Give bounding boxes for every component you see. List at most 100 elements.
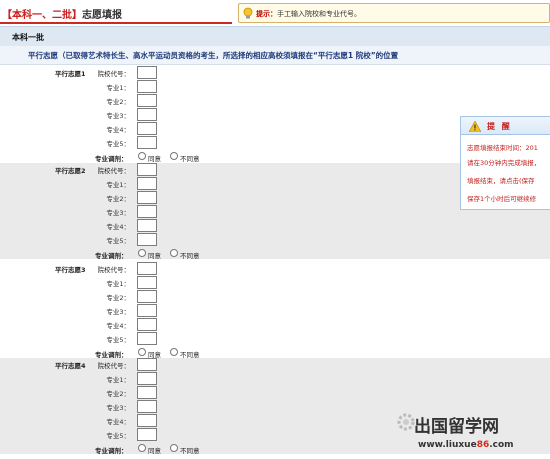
agree-radio[interactable]: [138, 152, 146, 160]
page-title-text: 志愿填报: [82, 10, 122, 21]
major-input[interactable]: [137, 136, 157, 149]
major-input[interactable]: [137, 386, 157, 399]
lightbulb-icon: [243, 7, 253, 19]
major-input[interactable]: [137, 318, 157, 331]
major-input[interactable]: [137, 233, 157, 246]
form-row: 专业4：: [0, 318, 550, 332]
major-label: 专业4：: [106, 223, 130, 231]
school-code-input[interactable]: [137, 262, 157, 275]
batch-header: 本科一批: [0, 26, 550, 46]
major-label: 专业2：: [106, 195, 130, 203]
major-input[interactable]: [137, 290, 157, 303]
major-input[interactable]: [137, 372, 157, 385]
disagree-radio[interactable]: [170, 152, 178, 160]
reminder-line: 请在30分钟内完成填报，: [467, 159, 541, 167]
form-row: 专业4：: [0, 219, 550, 233]
form-row: 专业1：: [0, 276, 550, 290]
agree-label: 同意: [148, 252, 161, 260]
major-input[interactable]: [137, 304, 157, 317]
form-row: 专业3：: [0, 304, 550, 318]
tip-banner: 提示：手工输入院校和专业代号。: [238, 3, 550, 23]
form-row: 专业2：: [0, 94, 550, 108]
major-input[interactable]: [137, 205, 157, 218]
major-label: 专业3：: [106, 112, 130, 120]
major-input[interactable]: [137, 122, 157, 135]
major-label: 专业5：: [106, 336, 130, 344]
major-label: 专业5：: [106, 432, 130, 440]
disagree-radio[interactable]: [170, 249, 178, 257]
agree-radio[interactable]: [138, 444, 146, 452]
disagree-radio[interactable]: [170, 444, 178, 452]
major-input[interactable]: [137, 80, 157, 93]
adjust-label: 专业调剂：: [95, 447, 128, 455]
major-label: 专业3：: [106, 308, 130, 316]
major-label: 专业1：: [106, 181, 130, 189]
major-label: 专业4：: [106, 322, 130, 330]
major-label: 专业5：: [106, 140, 130, 148]
adjust-row: 专业调剂： 同意 不同意: [0, 248, 550, 260]
disagree-radio[interactable]: [170, 348, 178, 356]
form-row: 专业2：: [0, 386, 550, 400]
major-label: 专业3：: [106, 209, 130, 217]
form-row: 专业1：: [0, 372, 550, 386]
major-label: 专业1：: [106, 84, 130, 92]
major-label: 专业2：: [106, 294, 130, 302]
warning-icon: [469, 121, 481, 132]
form-row: 专业5：: [0, 233, 550, 247]
major-input[interactable]: [137, 428, 157, 441]
major-input[interactable]: [137, 177, 157, 190]
major-label: 专业4：: [106, 418, 130, 426]
major-label: 专业4：: [106, 126, 130, 134]
form-row: 平行志愿4 院校代号：: [0, 358, 550, 372]
disagree-label: 不同意: [180, 252, 200, 260]
volunteer-block: 平行志愿3 院校代号： 专业1： 专业2： 专业3： 专业4： 专业5： 专业调剂： 同意 不同意: [0, 262, 550, 359]
school-code-label: 院校代号：: [97, 266, 131, 274]
adjust-label: 专业调剂：: [95, 252, 128, 260]
agree-radio[interactable]: [138, 348, 146, 356]
disagree-label: 不同意: [180, 155, 200, 163]
major-label: 专业1：: [106, 376, 130, 384]
major-input[interactable]: [137, 276, 157, 289]
major-label: 专业3：: [106, 404, 130, 412]
agree-label: 同意: [148, 155, 161, 163]
reminder-title: 提 醒: [487, 122, 512, 131]
major-label: 专业2：: [106, 98, 130, 106]
major-input[interactable]: [137, 400, 157, 413]
school-code-input[interactable]: [137, 358, 157, 371]
agree-label: 同意: [148, 447, 161, 455]
major-input[interactable]: [137, 332, 157, 345]
school-code-input[interactable]: [137, 163, 157, 176]
major-input[interactable]: [137, 108, 157, 121]
major-input[interactable]: [137, 219, 157, 232]
watermark-url: www.liuxue86.com: [418, 440, 514, 450]
major-label: 专业5：: [106, 237, 130, 245]
page-title-bracket: 【本科一、二批】: [2, 10, 82, 21]
reminder-line: 保存1个小时后可继续修: [467, 195, 537, 203]
watermark-text: 出国留学网: [414, 417, 499, 437]
header-bar: 【本科一、二批】志愿填报 提示：手工输入院校和专业代号。: [0, 0, 550, 26]
form-row: 专业2：: [0, 290, 550, 304]
major-label: 专业1：: [106, 280, 130, 288]
school-code-input[interactable]: [137, 66, 157, 79]
batch-label: 本科一批: [12, 33, 44, 42]
form-row: 平行志愿1 院校代号：: [0, 66, 550, 80]
major-input[interactable]: [137, 94, 157, 107]
adjust-label: 专业调剂：: [95, 155, 128, 163]
reminder-line: 志愿填报结束时间：201: [467, 144, 538, 152]
disagree-label: 不同意: [180, 447, 200, 455]
reminder-line: 填报结束，请点击(保存: [467, 177, 535, 185]
reminder-header: 提 醒: [461, 117, 550, 135]
page-title: 【本科一、二批】志愿填报: [2, 6, 122, 21]
watermark: 出国留学网 www.liuxue86.com: [392, 408, 550, 459]
agree-radio[interactable]: [138, 249, 146, 257]
major-label: 专业2：: [106, 390, 130, 398]
school-code-label: 院校代号：: [97, 167, 131, 175]
form-row: 平行志愿3 院校代号：: [0, 262, 550, 276]
form-row: 专业5：: [0, 332, 550, 346]
major-input[interactable]: [137, 191, 157, 204]
school-code-label: 院校代号：: [97, 70, 131, 78]
major-input[interactable]: [137, 414, 157, 427]
reminder-panel: 提 醒 志愿填报结束时间：201 请在30分钟内完成填报， 填报结束，请点击(保…: [460, 116, 550, 210]
title-underline: [0, 22, 232, 24]
form-row: 专业1：: [0, 80, 550, 94]
